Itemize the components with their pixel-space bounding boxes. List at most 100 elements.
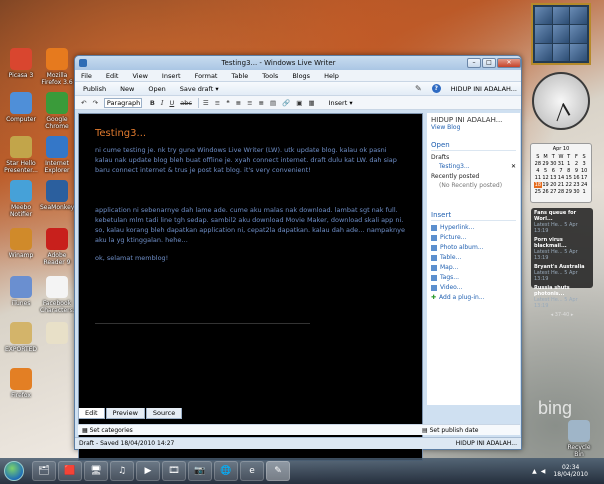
set-publish-date[interactable]: ▤ Set publish date [422,427,478,434]
taskbar-app-button[interactable]: ✎ [266,461,290,481]
tab-preview[interactable]: Preview [105,408,145,419]
calendar-day[interactable]: 26 [542,189,550,195]
calendar-day[interactable]: 23 [573,182,581,188]
taskbar-app-button[interactable]: 🗂 [32,461,56,481]
calendar-day[interactable]: 13 [549,175,557,181]
menu-tools[interactable]: Tools [262,72,278,80]
calendar-day[interactable]: 29 [542,161,550,167]
insert-item[interactable]: Hyperlink... [431,224,516,231]
desktop-icon[interactable]: Meebo Notifier [4,180,38,218]
justify-icon[interactable]: ▤ [270,99,276,107]
calendar-day[interactable]: 28 [534,161,542,167]
calendar-day[interactable]: 28 [557,189,565,195]
taskbar-app-button[interactable]: 🖥 [84,461,108,481]
calendar-day[interactable]: 2 [573,161,581,167]
bold-button[interactable]: B [150,99,155,107]
calendar-day[interactable]: 11 [534,175,542,181]
table-icon[interactable]: ▦ [308,99,314,107]
calendar-day[interactable]: 27 [549,189,557,195]
open-button[interactable]: Open [148,85,165,93]
calendar-day[interactable]: 1 [580,189,588,195]
volume-icon[interactable]: ◀ [541,468,546,475]
add-plugin-link[interactable]: ✚ Add a plug-in... [431,294,516,301]
calendar-day[interactable]: 30 [573,189,581,195]
desktop-icon[interactable]: Facebook Characters... [40,276,78,314]
insert-item[interactable]: Picture... [431,234,516,241]
news-item[interactable]: Bryant's Australia Latest He... 5 Apr 13:… [534,264,590,282]
calendar-day[interactable]: 17 [580,175,588,181]
calendar-day[interactable]: 22 [565,182,573,188]
set-categories[interactable]: ▦ Set categories [82,427,422,434]
insert-item[interactable]: Map... [431,264,516,271]
desktop-icon[interactable]: Picasa 3 [4,48,38,79]
undo-icon[interactable]: ↶ [81,99,86,107]
news-item[interactable]: Russia shuts photonis... Latest He... 5 A… [534,285,590,309]
menu-view[interactable]: View [132,72,147,80]
calendar-day[interactable]: 19 [542,182,550,188]
calendar-day[interactable]: 7 [557,168,565,174]
menu-format[interactable]: Format [195,72,218,80]
calendar-day[interactable]: 14 [557,175,565,181]
taskbar-app-button[interactable]: 📷 [188,461,212,481]
desktop-icon-recycle-bin[interactable]: Recycle Bin [562,420,596,458]
calendar-day[interactable]: 15 [565,175,573,181]
menu-file[interactable]: File [81,72,92,80]
calendar-day[interactable]: 9 [573,168,581,174]
align-left-icon[interactable]: ≣ [236,99,241,107]
desktop-icon[interactable]: EXPORTED [4,322,38,353]
taskbar-app-button[interactable]: 🟥 [58,461,82,481]
menu-table[interactable]: Table [231,72,248,80]
news-pager[interactable]: ◂ 37-40 ▸ [534,312,590,318]
underline-button[interactable]: U [169,99,174,107]
calendar-day[interactable]: 8 [565,168,573,174]
menu-blogs[interactable]: Blogs [292,72,310,80]
insert-menu[interactable]: Insert ▾ [329,99,353,107]
picture-icon[interactable]: ▣ [296,99,302,107]
calendar-day[interactable]: 4 [534,168,542,174]
taskbar-app-button[interactable]: e [240,461,264,481]
calendar-day[interactable]: 10 [580,168,588,174]
help-icon[interactable]: ? [431,84,441,93]
menu-insert[interactable]: Insert [162,72,181,80]
align-right-icon[interactable]: ≣ [259,99,264,107]
desktop-icon[interactable]: Mozilla Firefox 3.6 [40,48,74,86]
draft-delete-icon[interactable]: ✕ [511,163,516,170]
minimize-button[interactable]: – [467,58,481,68]
calendar-day[interactable]: 21 [557,182,565,188]
paragraph-style-select[interactable]: Paragraph [103,97,142,108]
desktop-icon[interactable]: Internet Explorer [40,136,74,174]
tab-edit[interactable]: Edit [78,408,105,419]
desktop-icon[interactable] [40,322,74,346]
hyperlink-icon[interactable]: 🔗 [282,99,290,107]
publish-button[interactable]: Publish [83,85,106,93]
title-bar[interactable]: Testing3... - Windows Live Writer – □ ✕ [75,56,521,70]
maximize-button[interactable]: □ [482,58,496,68]
news-item[interactable]: Porn virus blackmail... Latest He... 5 Ap… [534,237,590,261]
calendar-day[interactable]: 20 [549,182,557,188]
desktop-icon[interactable]: Firefox [4,368,38,399]
post-paragraph[interactable]: ok, selamat memblog! [95,253,406,263]
desktop-icon[interactable]: Computer [4,92,38,123]
calendar-day[interactable]: 29 [565,189,573,195]
desktop-icon[interactable]: iTunes [4,276,38,307]
desktop-icon[interactable]: Star Hello Presenter... [4,136,38,174]
tab-source[interactable]: Source [145,408,183,419]
taskbar-clock[interactable]: 02:34 18/04/2010 [553,464,588,478]
calendar-day[interactable]: 24 [580,182,588,188]
blog-selector[interactable]: HIDUP INI ADALAH... [451,85,517,93]
redo-icon[interactable]: ↷ [92,99,97,107]
desktop-icon[interactable]: SeaMonkey [40,180,74,211]
news-item[interactable]: Fans queue for Worl... Latest He... 5 Apr… [534,210,590,234]
insert-item[interactable]: Video... [431,284,516,291]
post-paragraph[interactable]: application ni sebenarnye dah lame ade. … [95,205,406,245]
draft-item[interactable]: Testing3... ✕ [431,163,516,170]
blockquote-icon[interactable]: ❝ [226,99,230,107]
calendar-day[interactable]: 12 [542,175,550,181]
calendar-gadget[interactable]: Apr 10 S M T W T F S 28 29 30 31 1 2 3 4 5 6 7 8 9 10 11 12 13 1… [530,143,592,203]
calendar-day[interactable]: 31 [557,161,565,167]
italic-button[interactable]: I [161,99,164,107]
start-button[interactable] [4,461,24,481]
calendar-day[interactable]: 18 [534,182,542,188]
close-button[interactable]: ✕ [497,58,521,68]
taskbar-app-button[interactable]: ♫ [110,461,134,481]
